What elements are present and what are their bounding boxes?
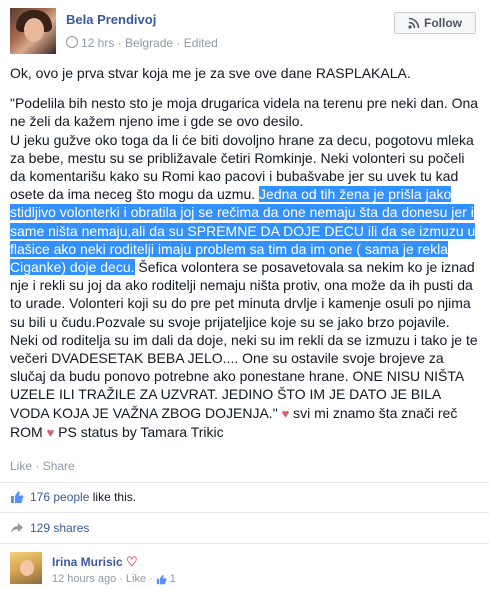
divider: [0, 482, 489, 483]
comment-likes-count[interactable]: 1: [170, 573, 176, 585]
thumbs-up-icon: [156, 574, 167, 584]
likes-suffix: like this.: [92, 490, 137, 504]
divider: [0, 512, 489, 513]
divider: [0, 543, 489, 544]
post-meta: 12 hrs · Belgrade · Edited: [66, 35, 218, 50]
rss-icon: [408, 17, 420, 29]
facebook-post: Bela Prendivoj 12 hrs · Belgrade · Edite…: [0, 0, 489, 590]
shares-summary: 129 shares: [10, 521, 89, 535]
like-link[interactable]: Like: [10, 459, 32, 473]
follow-button[interactable]: Follow: [394, 12, 476, 34]
comment-time[interactable]: 12 hours ago: [52, 573, 116, 585]
comment-like-link[interactable]: Like: [126, 573, 146, 585]
commenter-name[interactable]: Irina Murisic ♡: [52, 554, 138, 570]
edited-label[interactable]: Edited: [184, 36, 218, 50]
commenter-avatar[interactable]: [10, 552, 42, 584]
post-header: Bela Prendivoj 12 hrs · Belgrade · Edite…: [0, 0, 489, 60]
post-intro: Ok, ovo je prva stvar koja me je za sve …: [10, 65, 411, 81]
comment: Irina Murisic ♡ 12 hours ago · Like · 1: [10, 548, 480, 588]
comment-meta: 12 hours ago · Like · 1: [52, 573, 176, 585]
thumbs-up-icon: [11, 491, 24, 503]
share-icon: [11, 523, 23, 533]
globe-icon: [66, 35, 78, 48]
author-avatar[interactable]: [10, 8, 56, 54]
shares-count-link[interactable]: 129 shares: [30, 521, 89, 535]
post-body: Ok, ovo je prva stvar koja me je za sve …: [10, 64, 480, 442]
likes-summary: 176 people like this.: [10, 490, 136, 504]
likes-count-link[interactable]: 176 people: [30, 490, 89, 504]
share-link[interactable]: Share: [43, 459, 75, 473]
author-name[interactable]: Bela Prendivoj: [66, 12, 156, 27]
story-part-b: Šefica volontera se posavetovala sa neki…: [10, 259, 478, 421]
post-story: "Podelila bih nesto sto je moja drugaric…: [10, 94, 480, 442]
post-time[interactable]: 12 hrs: [81, 36, 114, 50]
post-location[interactable]: Belgrade: [125, 36, 173, 50]
heart-icon: ♡: [126, 554, 138, 569]
story-part-d: PS status by Tamara Trikic: [54, 423, 224, 440]
post-actions: Like · Share: [10, 459, 75, 473]
follow-label: Follow: [424, 16, 462, 30]
